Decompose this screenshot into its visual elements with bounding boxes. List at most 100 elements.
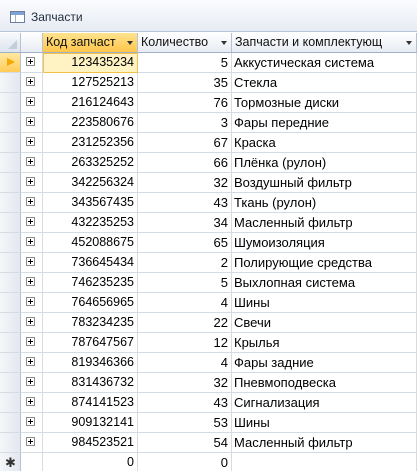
expand-plus-icon[interactable] xyxy=(26,57,35,66)
cell-code[interactable]: 874141523 xyxy=(43,393,138,413)
cell-part-name[interactable]: Краска xyxy=(232,133,417,153)
expand-cell[interactable] xyxy=(21,113,43,133)
expand-plus-icon[interactable] xyxy=(26,137,35,146)
cell-code[interactable]: 432235253 xyxy=(43,213,138,233)
row-selector[interactable] xyxy=(0,173,21,193)
cell-code[interactable]: 452088675 xyxy=(43,233,138,253)
table-row[interactable]: 984523521 54 Масленный фильтр xyxy=(0,433,417,453)
table-row[interactable]: 263325252 66 Плёнка (рулон) xyxy=(0,153,417,173)
table-row[interactable]: 432235253 34 Масленный фильтр xyxy=(0,213,417,233)
row-selector[interactable] xyxy=(0,113,21,133)
new-record-row[interactable]: ✱ 0 0 xyxy=(0,453,417,471)
expand-cell[interactable] xyxy=(21,393,43,413)
expand-plus-icon[interactable] xyxy=(26,217,35,226)
cell-quantity[interactable]: 43 xyxy=(138,193,232,213)
row-selector[interactable] xyxy=(0,133,21,153)
cell-part-name[interactable] xyxy=(232,453,417,471)
table-row[interactable]: 831436732 32 Пневмоподвеска xyxy=(0,373,417,393)
expand-plus-icon[interactable] xyxy=(26,437,35,446)
expand-plus-icon[interactable] xyxy=(26,417,35,426)
table-row[interactable]: 216124643 76 Тормозные диски xyxy=(0,93,417,113)
cell-code[interactable]: 342256324 xyxy=(43,173,138,193)
cell-quantity[interactable]: 65 xyxy=(138,233,232,253)
expand-plus-icon[interactable] xyxy=(26,397,35,406)
row-selector[interactable] xyxy=(0,313,21,333)
cell-part-name[interactable]: Фары передние xyxy=(232,113,417,133)
expand-cell[interactable] xyxy=(21,173,43,193)
cell-part-name[interactable]: Плёнка (рулон) xyxy=(232,153,417,173)
column-header-quantity[interactable]: Количество xyxy=(138,33,232,53)
row-selector[interactable] xyxy=(0,433,21,453)
cell-code[interactable]: 223580676 xyxy=(43,113,138,133)
cell-code[interactable]: 819346366 xyxy=(43,353,138,373)
table-row[interactable]: 746235235 5 Выхлопная система xyxy=(0,273,417,293)
expand-plus-icon[interactable] xyxy=(26,377,35,386)
expand-cell[interactable] xyxy=(21,313,43,333)
cell-part-name[interactable]: Выхлопная система xyxy=(232,273,417,293)
row-selector[interactable] xyxy=(0,233,21,253)
row-selector[interactable] xyxy=(0,293,21,313)
expand-cell[interactable] xyxy=(21,133,43,153)
row-selector[interactable] xyxy=(0,53,21,73)
cell-part-name[interactable]: Шины xyxy=(232,413,417,433)
cell-part-name[interactable]: Шины xyxy=(232,293,417,313)
table-row[interactable]: 736645434 2 Полирующие средства xyxy=(0,253,417,273)
cell-part-name[interactable]: Аккустическая система xyxy=(232,53,417,73)
expand-plus-icon[interactable] xyxy=(26,317,35,326)
cell-code[interactable]: 787647567 xyxy=(43,333,138,353)
column-header-code[interactable]: Код запчаст xyxy=(43,33,138,53)
cell-quantity[interactable]: 32 xyxy=(138,373,232,393)
row-selector[interactable] xyxy=(0,273,21,293)
expand-cell[interactable] xyxy=(21,413,43,433)
expand-cell[interactable] xyxy=(21,373,43,393)
expand-cell[interactable] xyxy=(21,153,43,173)
cell-part-name[interactable]: Масленный фильтр xyxy=(232,213,417,233)
cell-quantity[interactable]: 4 xyxy=(138,293,232,313)
table-row[interactable]: 342256324 32 Воздушный фильтр xyxy=(0,173,417,193)
table-row[interactable]: 764656965 4 Шины xyxy=(0,293,417,313)
row-selector[interactable] xyxy=(0,373,21,393)
cell-part-name[interactable]: Воздушный фильтр xyxy=(232,173,417,193)
expand-cell[interactable] xyxy=(21,353,43,373)
row-selector[interactable] xyxy=(0,153,21,173)
cell-quantity[interactable]: 32 xyxy=(138,173,232,193)
cell-quantity[interactable]: 12 xyxy=(138,333,232,353)
select-all-corner[interactable] xyxy=(0,33,21,53)
row-selector[interactable] xyxy=(0,353,21,373)
cell-code[interactable]: 0 xyxy=(43,453,138,471)
cell-quantity[interactable]: 54 xyxy=(138,433,232,453)
table-row[interactable]: 819346366 4 Фары задние xyxy=(0,353,417,373)
row-selector[interactable] xyxy=(0,413,21,433)
expand-plus-icon[interactable] xyxy=(26,277,35,286)
table-row[interactable]: 452088675 65 Шумоизоляция xyxy=(0,233,417,253)
cell-quantity[interactable]: 22 xyxy=(138,313,232,333)
row-selector[interactable] xyxy=(0,73,21,93)
chevron-down-icon[interactable] xyxy=(221,41,227,45)
cell-quantity[interactable]: 5 xyxy=(138,273,232,293)
column-header-parts[interactable]: Запчасти и комплектующ xyxy=(232,33,417,53)
cell-part-name[interactable]: Ткань (рулон) xyxy=(232,193,417,213)
cell-part-name[interactable]: Сигнализация xyxy=(232,393,417,413)
row-selector[interactable] xyxy=(0,193,21,213)
expand-plus-icon[interactable] xyxy=(26,157,35,166)
cell-code[interactable]: 127525213 xyxy=(43,73,138,93)
expand-plus-icon[interactable] xyxy=(26,77,35,86)
expand-cell[interactable] xyxy=(21,93,43,113)
cell-code[interactable]: 736645434 xyxy=(43,253,138,273)
row-selector[interactable]: ✱ xyxy=(0,453,21,471)
table-row[interactable]: 874141523 43 Сигнализация xyxy=(0,393,417,413)
cell-part-name[interactable]: Шумоизоляция xyxy=(232,233,417,253)
expand-cell[interactable] xyxy=(21,73,43,93)
row-selector[interactable] xyxy=(0,253,21,273)
chevron-down-icon[interactable] xyxy=(127,41,133,45)
cell-part-name[interactable]: Масленный фильтр xyxy=(232,433,417,453)
cell-quantity[interactable]: 34 xyxy=(138,213,232,233)
expand-plus-icon[interactable] xyxy=(26,297,35,306)
cell-code[interactable]: 746235235 xyxy=(43,273,138,293)
table-row[interactable]: 127525213 35 Стекла xyxy=(0,73,417,93)
cell-quantity[interactable]: 76 xyxy=(138,93,232,113)
expand-plus-icon[interactable] xyxy=(26,177,35,186)
expand-cell[interactable] xyxy=(21,213,43,233)
expand-plus-icon[interactable] xyxy=(26,337,35,346)
cell-code[interactable]: 909132141 xyxy=(43,413,138,433)
